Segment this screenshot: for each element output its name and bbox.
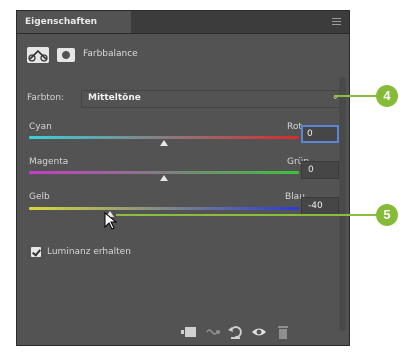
tab-properties[interactable]: Eigenschaften xyxy=(17,11,131,33)
callout-badge-5: 5 xyxy=(376,204,398,226)
slider-left-label-magenta: Magenta xyxy=(29,157,69,167)
value-field-cyan-red[interactable]: 0 xyxy=(301,125,339,143)
luminosity-checkbox[interactable] xyxy=(31,247,41,257)
scrollbar[interactable] xyxy=(339,77,346,331)
mask-icon[interactable] xyxy=(57,48,75,62)
callout-badge-4: 4 xyxy=(376,85,398,107)
slider-thumb-cyan-red[interactable] xyxy=(160,140,168,146)
slider-track-yellow-blue[interactable] xyxy=(29,207,299,210)
properties-panel: Eigenschaften Farbbalance Farbton: Mitte… xyxy=(16,10,350,346)
slider-left-label-yellow: Gelb xyxy=(29,192,50,202)
slider-track-magenta-green[interactable] xyxy=(29,171,299,174)
chevron-down-icon: ⌄ xyxy=(331,92,339,102)
adjustment-title: Farbbalance xyxy=(83,49,138,59)
tone-dropdown-value: Mitteltöne xyxy=(88,93,141,103)
tone-label: Farbton: xyxy=(27,93,65,103)
mouse-pointer-icon xyxy=(104,212,118,230)
value-field-yellow-blue[interactable]: -40 xyxy=(301,197,339,215)
slider-right-label-red: Rot xyxy=(287,122,302,132)
clip-to-layer-icon[interactable] xyxy=(181,325,197,339)
panel-menu-icon[interactable] xyxy=(332,18,341,25)
view-previous-icon[interactable] xyxy=(205,325,221,339)
tone-row: Farbton: Mitteltöne ⌄ xyxy=(27,90,345,108)
panel-tab-bar: Eigenschaften xyxy=(17,11,349,34)
tone-dropdown[interactable]: Mitteltöne ⌄ xyxy=(81,90,345,108)
visibility-icon[interactable] xyxy=(251,325,267,339)
adjustment-header: Farbbalance xyxy=(27,47,327,65)
slider-track-cyan-red[interactable] xyxy=(29,136,299,139)
reset-icon[interactable] xyxy=(227,325,243,339)
slider-left-label-cyan: Cyan xyxy=(29,122,52,132)
callout-line-5 xyxy=(116,214,386,216)
slider-thumb-magenta-green[interactable] xyxy=(160,175,168,181)
panel-footer xyxy=(17,319,349,345)
trash-icon[interactable] xyxy=(275,325,291,339)
luminosity-label: Luminanz erhalten xyxy=(47,247,131,257)
color-balance-icon[interactable] xyxy=(27,47,49,63)
value-field-magenta-green[interactable]: 0 xyxy=(301,161,339,179)
